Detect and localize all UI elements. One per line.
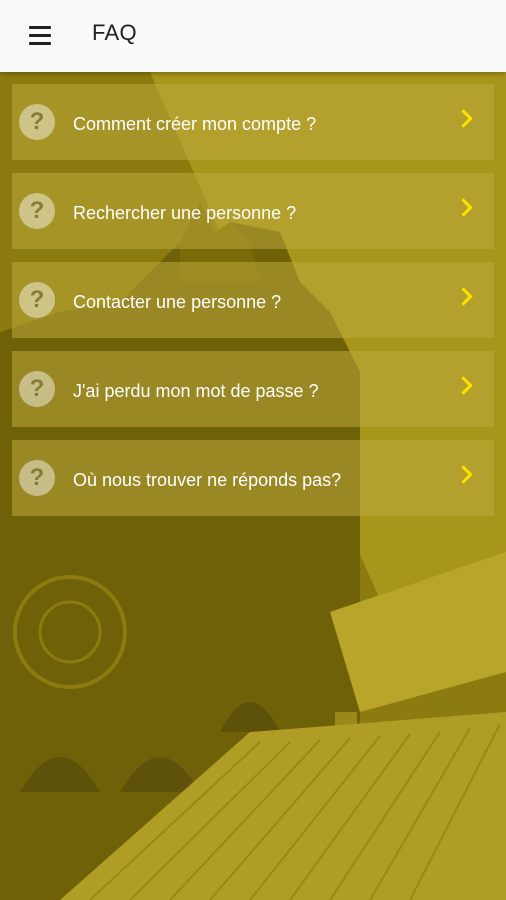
- chevron-right-icon: [454, 198, 473, 217]
- question-circle-icon: ?: [19, 460, 55, 496]
- faq-item-label: Contacter une personne ?: [73, 292, 282, 312]
- question-circle-icon: ?: [19, 104, 55, 140]
- faq-item-label: Comment créer mon compte ?: [73, 114, 317, 134]
- page-title: FAQ: [92, 20, 137, 45]
- faq-item-label: J'ai perdu mon mot de passe ?: [73, 381, 319, 401]
- app-bar: FAQ: [0, 0, 506, 72]
- faq-list: ? Comment créer mon compte ? ? Recherche…: [12, 84, 494, 529]
- faq-item-lost-password[interactable]: ? J'ai perdu mon mot de passe ?: [12, 351, 494, 427]
- question-circle-icon: ?: [19, 282, 55, 318]
- chevron-right-icon: [454, 465, 473, 484]
- chevron-right-icon: [454, 109, 473, 128]
- chevron-right-icon: [454, 287, 473, 306]
- question-circle-icon: ?: [19, 193, 55, 229]
- faq-item-search-person[interactable]: ? Rechercher une personne ?: [12, 173, 494, 249]
- question-circle-icon: ?: [19, 371, 55, 407]
- faq-item-contact-person[interactable]: ? Contacter une personne ?: [12, 262, 494, 338]
- chevron-right-icon: [454, 376, 473, 395]
- faq-item-create-account[interactable]: ? Comment créer mon compte ?: [12, 84, 494, 160]
- faq-item-find-us[interactable]: ? Où nous trouver ne réponds pas?: [12, 440, 494, 516]
- hamburger-menu-icon[interactable]: [18, 18, 62, 54]
- faq-item-label: Où nous trouver ne réponds pas?: [73, 470, 342, 490]
- faq-item-label: Rechercher une personne ?: [73, 203, 297, 223]
